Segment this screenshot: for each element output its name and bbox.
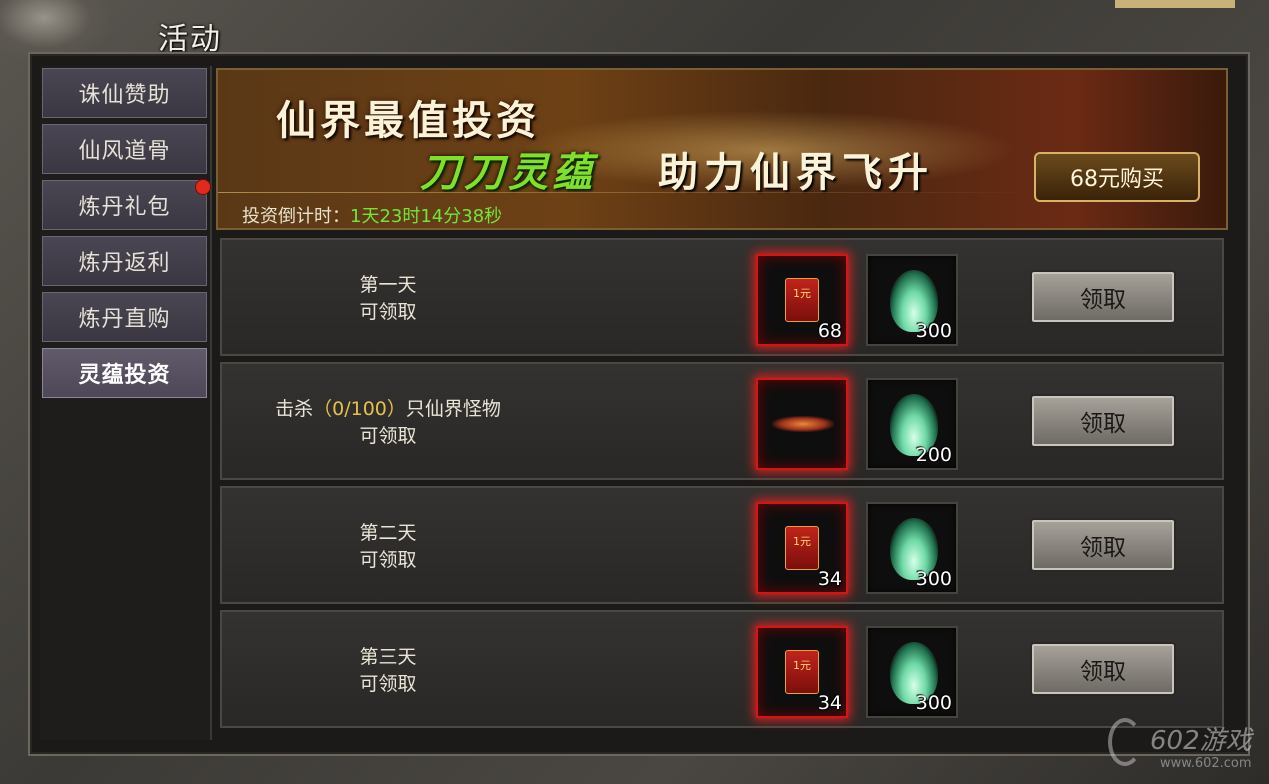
wings-icon	[772, 416, 834, 432]
reward-row: 第三天 可领取 1元 34 300 领取	[220, 610, 1224, 728]
sidebar-item-label: 诛仙赞助	[78, 83, 171, 108]
reward-count: 34	[817, 692, 842, 714]
reward-condition: 击杀（0/100）只仙界怪物 可领取	[238, 396, 538, 450]
reward-row: 第一天 可领取 1元 68 300 领取	[220, 238, 1224, 356]
condition-title: 第二天	[359, 522, 417, 544]
countdown-label: 投资倒计时：	[242, 206, 350, 227]
claim-button[interactable]: 领取	[1030, 394, 1176, 448]
claim-button[interactable]: 领取	[1030, 518, 1176, 572]
sidebar-item-label: 仙风道骨	[78, 139, 171, 164]
banner-tagline-highlight: 刀刀灵蕴	[420, 149, 596, 196]
sidebar-item-label: 灵蕴投资	[78, 363, 171, 388]
condition-title: 击杀（0/100）只仙界怪物	[238, 396, 538, 423]
buy-button[interactable]: 68元购买	[1034, 152, 1200, 202]
sidebar-item-lingyun-investment[interactable]: 灵蕴投资	[42, 348, 207, 398]
watermark-brand: 602游戏	[1150, 726, 1252, 756]
sidebar-item-liandan-rebate[interactable]: 炼丹返利	[42, 236, 207, 286]
claim-button[interactable]: 领取	[1030, 642, 1176, 696]
condition-prefix: 击杀	[275, 398, 314, 420]
reward-slot[interactable]	[756, 378, 848, 470]
reward-count: 34	[817, 568, 842, 590]
reward-count: 200	[915, 444, 952, 466]
dragon-ornament	[0, 0, 110, 60]
countdown: 投资倒计时：1天23时14分38秒	[242, 202, 502, 228]
reward-condition: 第三天 可领取	[238, 644, 538, 698]
reward-condition: 第一天 可领取	[238, 272, 538, 326]
claim-button[interactable]: 领取	[1030, 270, 1176, 324]
investment-banner: 仙界最值投资 刀刀灵蕴 助力仙界飞升 投资倒计时：1天23时14分38秒 68元…	[216, 68, 1228, 230]
condition-status: 可领取	[359, 425, 417, 447]
top-gold-strip	[1115, 0, 1235, 8]
countdown-value: 1天23时14分38秒	[350, 206, 503, 227]
reward-slot[interactable]: 300	[866, 502, 958, 594]
watermark-logo-icon	[1108, 718, 1142, 766]
reward-count: 68	[817, 320, 842, 342]
condition-status: 可领取	[359, 301, 417, 323]
red-envelope-icon: 1元	[785, 526, 819, 570]
banner-tagline: 助力仙界飞升	[658, 149, 934, 196]
condition-status: 可领取	[359, 549, 417, 571]
reward-row: 第二天 可领取 1元 34 300 领取	[220, 486, 1224, 604]
sidebar-item-liandan-gift[interactable]: 炼丹礼包	[42, 179, 211, 230]
watermark-url: www.602.com	[1160, 756, 1252, 771]
sidebar-item-xianfeng-daogu[interactable]: 仙风道骨	[42, 124, 207, 174]
sidebar-item-liandan-direct-buy[interactable]: 炼丹直购	[42, 292, 207, 342]
condition-suffix: 只仙界怪物	[405, 398, 501, 420]
red-envelope-icon: 1元	[785, 278, 819, 322]
reward-slot[interactable]: 1元 68	[756, 254, 848, 346]
sidebar: 诛仙赞助 仙风道骨 炼丹礼包 炼丹返利 炼丹直购 灵蕴投资	[40, 66, 212, 740]
sidebar-item-label: 炼丹直购	[78, 307, 171, 332]
banner-divider	[218, 192, 1038, 193]
sidebar-item-label: 炼丹返利	[78, 251, 171, 276]
notification-dot	[195, 179, 211, 195]
condition-status: 可领取	[359, 673, 417, 695]
condition-title: 第一天	[359, 274, 417, 296]
sidebar-item-zhuxian-sponsor[interactable]: 诛仙赞助	[42, 68, 207, 118]
kill-progress: （0/100）	[313, 398, 406, 420]
reward-condition: 第二天 可领取	[238, 520, 538, 574]
reward-slot[interactable]: 200	[866, 378, 958, 470]
reward-slot[interactable]: 1元 34	[756, 626, 848, 718]
reward-count: 300	[915, 568, 952, 590]
red-envelope-icon: 1元	[785, 650, 819, 694]
reward-slot[interactable]: 300	[866, 626, 958, 718]
reward-row: 击杀（0/100）只仙界怪物 可领取 200 领取	[220, 362, 1224, 480]
reward-slot[interactable]: 1元 34	[756, 502, 848, 594]
banner-headline: 仙界最值投资	[276, 97, 540, 144]
reward-slot[interactable]: 300	[866, 254, 958, 346]
sidebar-item-label: 炼丹礼包	[78, 195, 171, 220]
reward-count: 300	[915, 320, 952, 342]
activity-window: 活动 诛仙赞助 仙风道骨 炼丹礼包 炼丹返利 炼丹直购 灵蕴投资 仙界最值投资 …	[0, 0, 1269, 784]
condition-title: 第三天	[359, 646, 417, 668]
reward-count: 300	[915, 692, 952, 714]
